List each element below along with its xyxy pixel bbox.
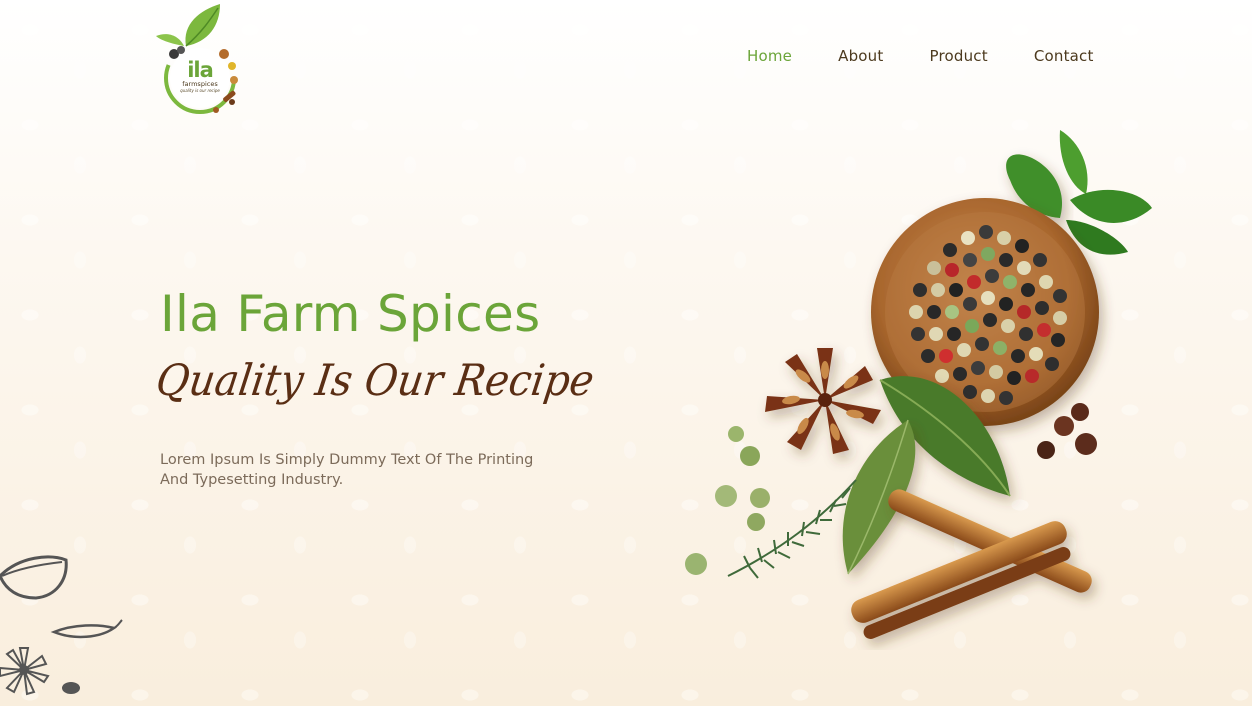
seed-icon	[62, 682, 80, 694]
nav-contact-link[interactable]: Contact	[1034, 47, 1094, 65]
nav-about-link[interactable]: About	[838, 47, 883, 65]
nav-home-link[interactable]: Home	[747, 47, 792, 65]
decorative-spices	[0, 550, 130, 706]
main-nav: Home About Product Contact	[747, 47, 1094, 65]
star-anise-icon	[0, 647, 50, 696]
hero-description: Lorem Ipsum Is Simply Dummy Text Of The …	[160, 452, 534, 488]
logo[interactable]: ila farmspices quality is our recipe	[154, 2, 246, 120]
hero-title: Ila Farm Spices	[160, 285, 541, 343]
chili-icon	[50, 624, 117, 639]
logo-sub-text: farmspices	[182, 80, 218, 88]
spices-hero-image	[680, 120, 1160, 650]
hero-subtitle: Quality Is Our Recipe	[153, 356, 598, 406]
nav-product-link[interactable]: Product	[929, 47, 987, 65]
logo-tagline: quality is our recipe	[180, 88, 220, 93]
logo-brand-text: ila	[187, 58, 214, 82]
